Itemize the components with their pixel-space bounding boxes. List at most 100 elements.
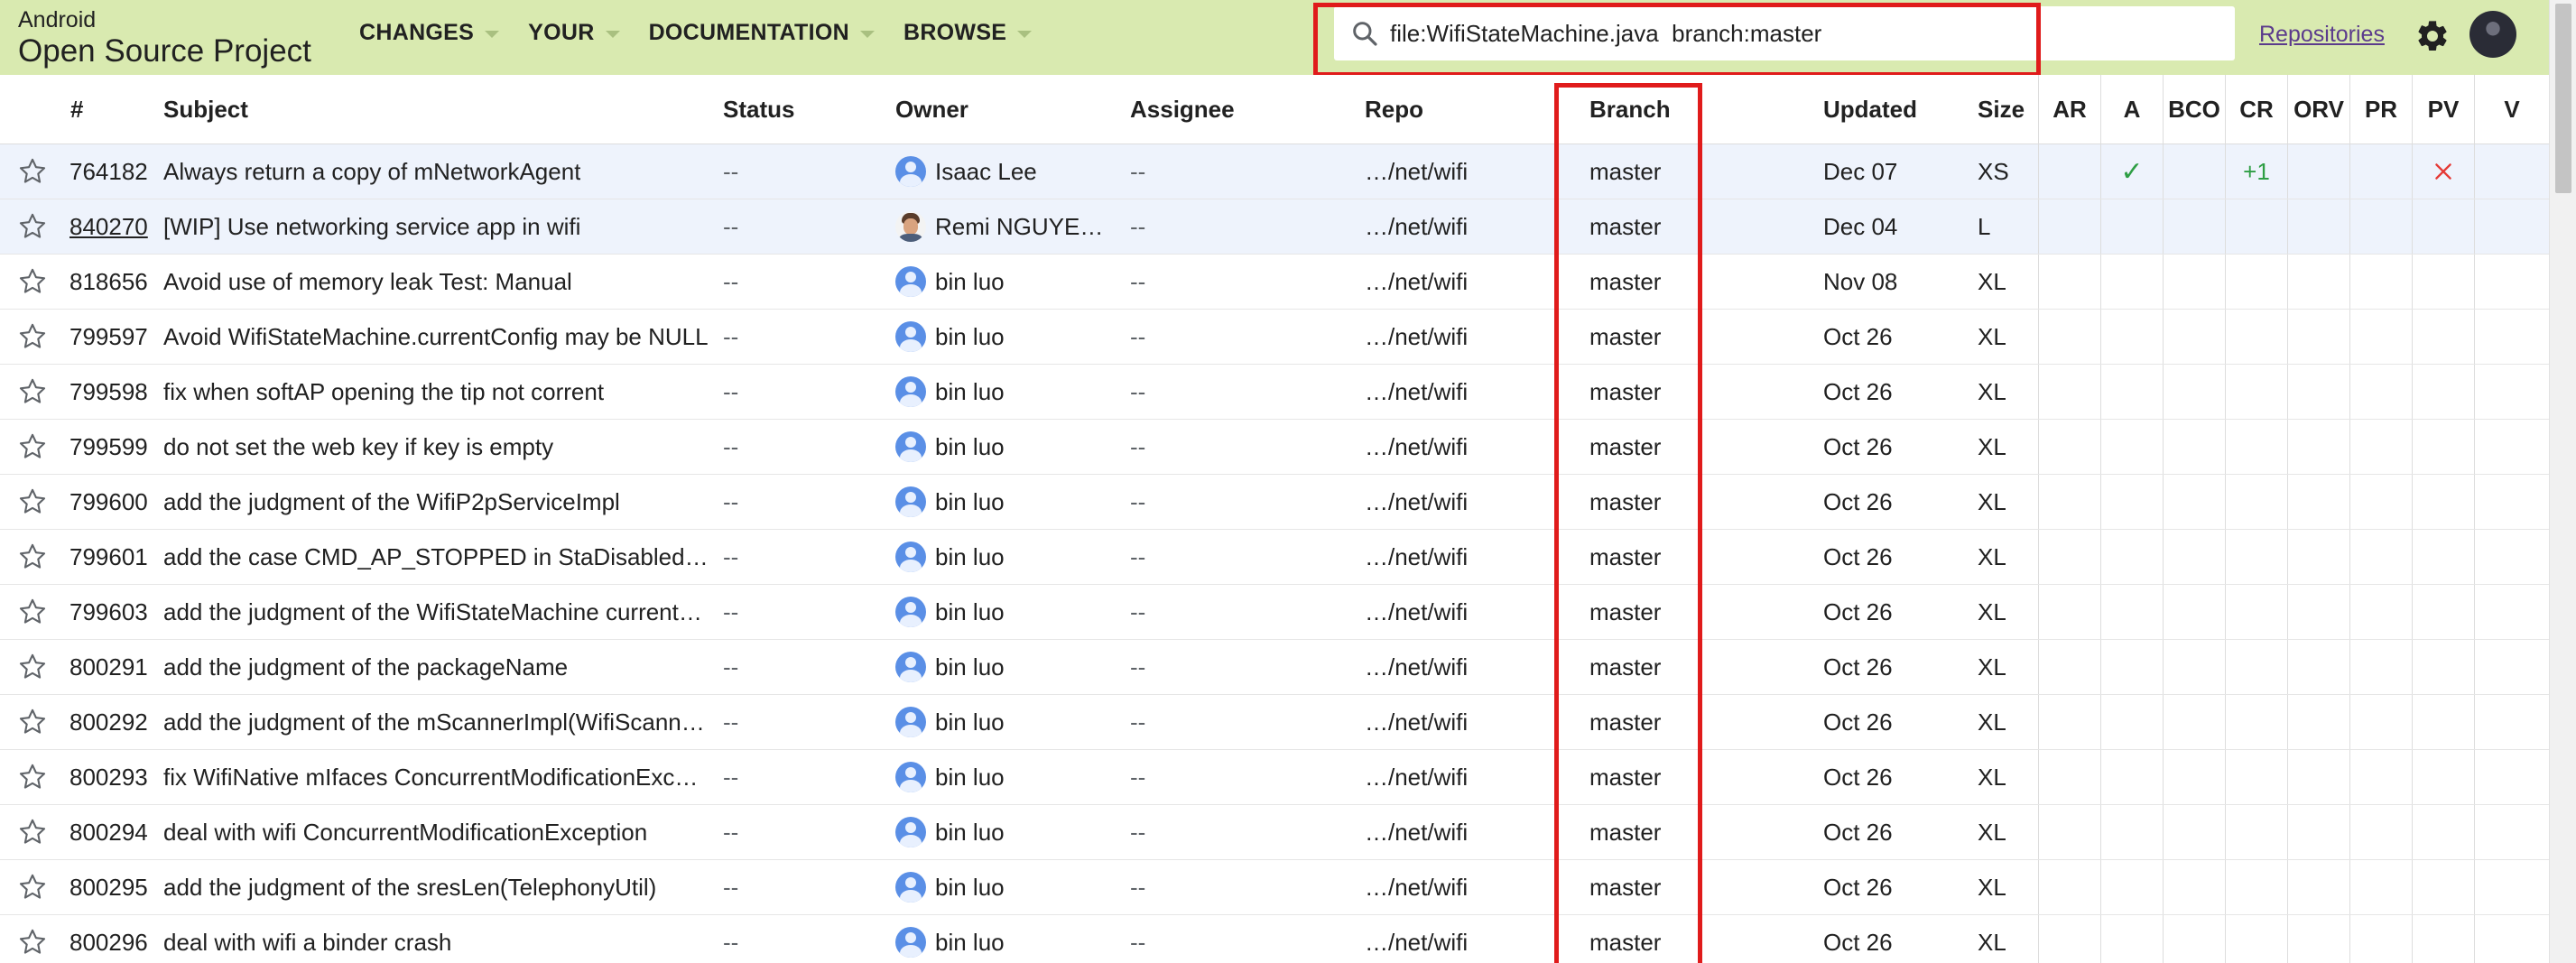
change-branch[interactable]: master — [1589, 750, 1716, 804]
table-row[interactable]: 840270 [WIP] Use networking service app i… — [0, 199, 2549, 255]
table-row[interactable]: 799601 add the case CMD_AP_STOPPED in Sta… — [0, 530, 2549, 585]
change-branch[interactable]: master — [1589, 420, 1716, 474]
table-row[interactable]: 799599 do not set the web key if key is e… — [0, 420, 2549, 475]
change-number[interactable]: 800294 — [69, 805, 160, 859]
change-branch[interactable]: master — [1589, 199, 1716, 254]
change-subject[interactable]: add the case CMD_AP_STOPPED in StaDisabl… — [163, 530, 709, 584]
change-number[interactable]: 799603 — [69, 585, 160, 639]
star-icon[interactable] — [16, 320, 49, 353]
change-owner[interactable]: bin luo — [895, 530, 1112, 584]
nav-browse[interactable]: BROWSE — [903, 20, 1033, 46]
change-owner[interactable]: bin luo — [895, 915, 1112, 963]
col-orv-header[interactable]: ORV — [2287, 75, 2349, 144]
change-number[interactable]: 840270 — [69, 199, 160, 254]
change-number[interactable]: 764182 — [69, 144, 160, 199]
col-assignee-header[interactable]: Assignee — [1130, 75, 1347, 144]
table-row[interactable]: 799598 fix when softAP opening the tip no… — [0, 365, 2549, 420]
site-logo[interactable]: Android Open Source Project — [18, 9, 311, 68]
change-number[interactable]: 800293 — [69, 750, 160, 804]
change-repo[interactable]: …/net/wifi — [1365, 475, 1545, 529]
change-owner[interactable]: Isaac Lee — [895, 144, 1112, 199]
star-icon[interactable] — [16, 541, 49, 573]
change-owner[interactable]: bin luo — [895, 255, 1112, 309]
col-v-header[interactable]: V — [2474, 75, 2549, 144]
star-icon[interactable] — [16, 486, 49, 518]
change-number[interactable]: 800296 — [69, 915, 160, 963]
star-icon[interactable] — [16, 596, 49, 628]
change-owner[interactable]: bin luo — [895, 860, 1112, 914]
change-owner[interactable]: bin luo — [895, 695, 1112, 749]
col-number-header[interactable]: # — [70, 75, 107, 144]
change-subject[interactable]: Avoid use of memory leak Test: Manual — [163, 255, 709, 309]
change-repo[interactable]: …/net/wifi — [1365, 530, 1545, 584]
col-size-header[interactable]: Size — [1978, 75, 2041, 144]
change-owner[interactable]: bin luo — [895, 310, 1112, 364]
table-row[interactable]: 800293 fix WifiNative mIfaces ConcurrentM… — [0, 750, 2549, 805]
change-repo[interactable]: …/net/wifi — [1365, 860, 1545, 914]
table-row[interactable]: 799597 Avoid WifiStateMachine.currentConf… — [0, 310, 2549, 365]
star-icon[interactable] — [16, 816, 49, 848]
col-subject-header[interactable]: Subject — [163, 75, 705, 144]
change-number[interactable]: 800291 — [69, 640, 160, 694]
change-subject[interactable]: deal with wifi a binder crash — [163, 915, 709, 963]
change-number[interactable]: 799600 — [69, 475, 160, 529]
col-ar-header[interactable]: AR — [2038, 75, 2100, 144]
change-owner[interactable]: bin luo — [895, 750, 1112, 804]
star-icon[interactable] — [16, 706, 49, 738]
star-icon[interactable] — [16, 651, 49, 683]
change-repo[interactable]: …/net/wifi — [1365, 310, 1545, 364]
change-subject[interactable]: fix WifiNative mIfaces ConcurrentModific… — [163, 750, 709, 804]
change-repo[interactable]: …/net/wifi — [1365, 199, 1545, 254]
change-branch[interactable]: master — [1589, 475, 1716, 529]
change-subject[interactable]: add the judgment of the packageName — [163, 640, 709, 694]
change-number[interactable]: 818656 — [69, 255, 160, 309]
change-number[interactable]: 800295 — [69, 860, 160, 914]
star-icon[interactable] — [16, 375, 49, 408]
table-row[interactable]: 799603 add the judgment of the WifiStateM… — [0, 585, 2549, 640]
change-repo[interactable]: …/net/wifi — [1365, 420, 1545, 474]
change-owner[interactable]: bin luo — [895, 475, 1112, 529]
change-repo[interactable]: …/net/wifi — [1365, 585, 1545, 639]
change-branch[interactable]: master — [1589, 915, 1716, 963]
change-number[interactable]: 799597 — [69, 310, 160, 364]
user-avatar[interactable] — [2469, 11, 2516, 58]
change-repo[interactable]: …/net/wifi — [1365, 640, 1545, 694]
change-subject[interactable]: Avoid WifiStateMachine.currentConfig may… — [163, 310, 709, 364]
change-number[interactable]: 799601 — [69, 530, 160, 584]
col-owner-header[interactable]: Owner — [895, 75, 1112, 144]
search-icon[interactable] — [1350, 19, 1379, 48]
change-number[interactable]: 799598 — [69, 365, 160, 419]
nav-your[interactable]: YOUR — [528, 20, 620, 46]
star-icon[interactable] — [16, 210, 49, 243]
search-input[interactable] — [1390, 6, 2220, 60]
nav-documentation[interactable]: DOCUMENTATION — [649, 20, 875, 46]
change-owner[interactable]: bin luo — [895, 365, 1112, 419]
col-a-header[interactable]: A — [2100, 75, 2163, 144]
change-subject[interactable]: [WIP] Use networking service app in wifi — [163, 199, 709, 254]
col-repo-header[interactable]: Repo — [1365, 75, 1545, 144]
change-branch[interactable]: master — [1589, 695, 1716, 749]
change-subject[interactable]: deal with wifi ConcurrentModificationExc… — [163, 805, 709, 859]
star-icon[interactable] — [16, 761, 49, 793]
change-repo[interactable]: …/net/wifi — [1365, 695, 1545, 749]
star-icon[interactable] — [16, 265, 49, 298]
change-subject[interactable]: add the judgment of the WifiP2pServiceIm… — [163, 475, 709, 529]
change-branch[interactable]: master — [1589, 365, 1716, 419]
change-repo[interactable]: …/net/wifi — [1365, 915, 1545, 963]
table-row[interactable]: 799600 add the judgment of the WifiP2pSer… — [0, 475, 2549, 530]
col-pv-header[interactable]: PV — [2412, 75, 2474, 144]
change-repo[interactable]: …/net/wifi — [1365, 255, 1545, 309]
star-icon[interactable] — [16, 926, 49, 958]
col-bco-header[interactable]: BCO — [2163, 75, 2225, 144]
table-row[interactable]: 800291 add the judgment of the packageNam… — [0, 640, 2549, 695]
star-icon[interactable] — [16, 871, 49, 903]
table-row[interactable]: 800295 add the judgment of the sresLen(Te… — [0, 860, 2549, 915]
change-owner[interactable]: bin luo — [895, 585, 1112, 639]
change-branch[interactable]: master — [1589, 860, 1716, 914]
col-status-header[interactable]: Status — [723, 75, 885, 144]
change-owner[interactable]: bin luo — [895, 640, 1112, 694]
change-branch[interactable]: master — [1589, 530, 1716, 584]
col-branch-header[interactable]: Branch — [1589, 75, 1716, 144]
change-subject[interactable]: do not set the web key if key is empty — [163, 420, 709, 474]
change-branch[interactable]: master — [1589, 640, 1716, 694]
